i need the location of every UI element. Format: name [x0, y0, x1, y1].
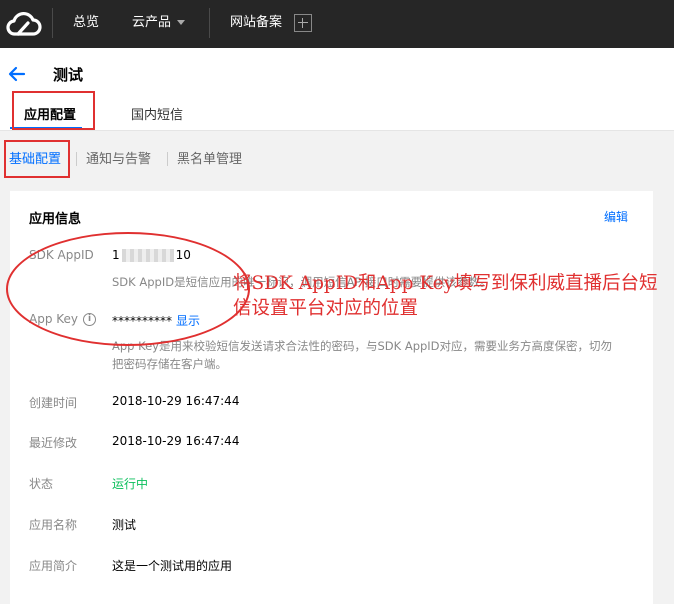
modified-time-value: 2018-10-29 16:47:44	[112, 434, 240, 448]
app-key-hint-line1: App Key是用来校验短信发送请求合法性的密码，与SDK AppID对应，需要…	[112, 339, 613, 353]
app-desc-value: 这是一个测试用的应用	[112, 559, 233, 573]
created-time-value: 2018-10-29 16:47:44	[112, 394, 240, 408]
modified-time-label: 最近修改	[29, 436, 78, 450]
nav-icp-filing[interactable]: 网站备案	[230, 0, 282, 48]
nav-cloud-products-label: 云产品	[132, 15, 172, 30]
edit-link[interactable]: 编辑	[604, 208, 628, 225]
status-label: 状态	[29, 477, 54, 491]
annotation-oval-credentials	[6, 232, 250, 346]
app-key-hint-line2: 把密码存储在客户端。	[112, 357, 227, 371]
back-arrow-icon[interactable]	[7, 64, 27, 84]
tab-domestic-sms[interactable]: 国内短信	[131, 104, 183, 123]
caret-down-icon	[177, 20, 186, 25]
created-time-label: 创建时间	[29, 396, 78, 410]
top-navbar: 总览 云产品 网站备案	[0, 0, 674, 48]
divider	[167, 152, 168, 166]
app-desc-label: 应用简介	[29, 559, 78, 573]
nav-cloud-products[interactable]: 云产品	[132, 0, 186, 48]
divider	[209, 8, 210, 38]
status-badge: 运行中	[112, 477, 149, 491]
divider	[52, 8, 53, 38]
annotation-box-app-config	[12, 91, 95, 130]
app-name-label: 应用名称	[29, 518, 78, 532]
annotation-box-basic-config	[4, 140, 70, 178]
page-title: 测试	[53, 66, 84, 84]
page-header: 测试 应用配置 国内短信	[0, 48, 674, 131]
add-shortcut-icon[interactable]	[294, 14, 312, 32]
divider	[76, 152, 77, 166]
cloud-logo-icon[interactable]	[0, 0, 48, 48]
subtab-blacklist[interactable]: 黑名单管理	[177, 148, 242, 167]
annotation-note: 将SDK AppID和App Key填写到保利威直播后台短信设置平台对应的位置	[233, 273, 658, 319]
subtab-notifications-alerts[interactable]: 通知与告警	[86, 148, 151, 167]
nav-overview[interactable]: 总览	[73, 0, 99, 48]
card-title: 应用信息	[29, 212, 82, 227]
app-name-value: 测试	[112, 518, 137, 532]
app-key-hint: App Key是用来校验短信发送请求合法性的密码，与SDK AppID对应，需要…	[112, 337, 642, 373]
